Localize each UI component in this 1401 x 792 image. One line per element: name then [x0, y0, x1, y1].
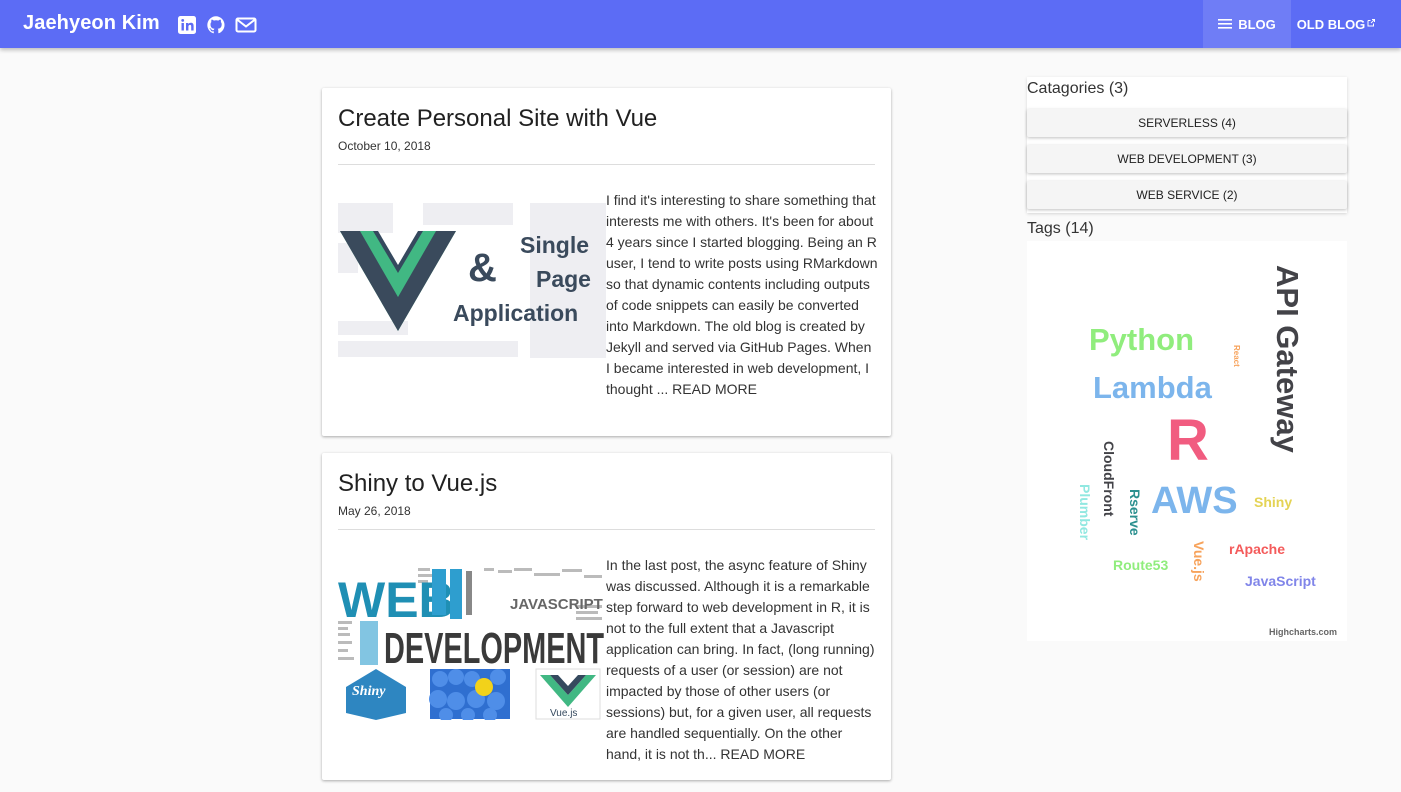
post-title[interactable]: Shiny to Vue.js [338, 470, 497, 498]
category-web-development-button[interactable]: WEB DEVELOPMENT (3) [1027, 145, 1347, 173]
post-thumbnail[interactable]: WEB JAVASCRIPT DEVELOPMENT Shiny Vue.js [338, 565, 606, 720]
post-excerpt-text: I find it's interesting to share somethi… [606, 192, 878, 397]
tag-cloud: API Gateway Python React Lambda R CloudF… [1027, 241, 1347, 641]
post-card: Create Personal Site with Vue October 10… [322, 88, 891, 436]
post-date: October 10, 2018 [338, 139, 431, 153]
read-more-link[interactable]: READ MORE [672, 381, 757, 397]
site-brand[interactable]: Jaehyeon Kim [23, 12, 160, 35]
tag-vuejs[interactable]: Vue.js [1191, 541, 1207, 582]
tag-plumber[interactable]: Plumber [1077, 484, 1093, 541]
mail-icon[interactable] [235, 15, 257, 35]
thumb-ampersand: & [468, 246, 497, 290]
thumb-single: Single [520, 232, 589, 258]
nav-old-blog-button[interactable]: OLD BLOG [1291, 0, 1381, 48]
categories-heading: Catagories (3) [1027, 80, 1129, 97]
divider [338, 529, 875, 530]
thumb-javascript: JAVASCRIPT [510, 596, 603, 613]
thumb-page: Page [536, 266, 591, 292]
tags-heading: Tags (14) [1027, 220, 1094, 237]
post-card: Shiny to Vue.js May 26, 2018 WEB JAVASCR… [322, 453, 891, 780]
top-app-bar: Jaehyeon Kim BLOG OLD BLOG [0, 0, 1401, 48]
tag-rapache[interactable]: rApache [1229, 541, 1285, 557]
post-title[interactable]: Create Personal Site with Vue [338, 105, 657, 133]
tag-api-gateway[interactable]: API Gateway [1270, 265, 1305, 454]
thumb-development: DEVELOPMENT [384, 624, 604, 673]
nav-blog-button[interactable]: BLOG [1203, 0, 1291, 48]
post-thumbnail[interactable]: & Single Page Application [338, 203, 606, 358]
tag-shiny[interactable]: Shiny [1254, 494, 1292, 510]
tag-lambda[interactable]: Lambda [1093, 370, 1213, 405]
post-excerpt: In the last post, the async feature of S… [606, 555, 878, 765]
post-date: May 26, 2018 [338, 504, 411, 518]
tag-cloud-svg: API Gateway Python React Lambda R CloudF… [1077, 265, 1337, 637]
read-more-link[interactable]: READ MORE [720, 746, 805, 762]
category-serverless-button[interactable]: SERVERLESS (4) [1027, 109, 1347, 137]
thumb-shiny: Shiny [352, 684, 386, 699]
highcharts-credits[interactable]: Highcharts.com [1269, 627, 1337, 637]
tag-cloudfront[interactable]: CloudFront [1101, 441, 1117, 517]
post-excerpt-text: In the last post, the async feature of S… [606, 557, 875, 762]
tag-rserve[interactable]: Rserve [1127, 489, 1143, 536]
tag-react[interactable]: React [1232, 345, 1241, 367]
nav-blog-label: BLOG [1238, 16, 1276, 32]
tag-python[interactable]: Python [1089, 322, 1194, 357]
linkedin-icon[interactable] [177, 15, 197, 35]
divider [338, 164, 875, 165]
tag-aws[interactable]: AWS [1151, 480, 1238, 522]
tag-javascript[interactable]: JavaScript [1245, 573, 1316, 589]
post-excerpt: I find it's interesting to share somethi… [606, 190, 878, 400]
list-icon [1218, 18, 1233, 30]
github-icon[interactable] [206, 15, 226, 35]
tag-r[interactable]: R [1167, 408, 1209, 473]
category-web-service-button[interactable]: WEB SERVICE (2) [1027, 181, 1347, 209]
thumb-vuejs: Vue.js [550, 708, 577, 719]
nav-old-blog-label: OLD BLOG [1296, 16, 1366, 32]
tag-route53[interactable]: Route53 [1113, 557, 1168, 573]
external-link-icon [1367, 15, 1376, 27]
thumb-application: Application [453, 300, 578, 326]
